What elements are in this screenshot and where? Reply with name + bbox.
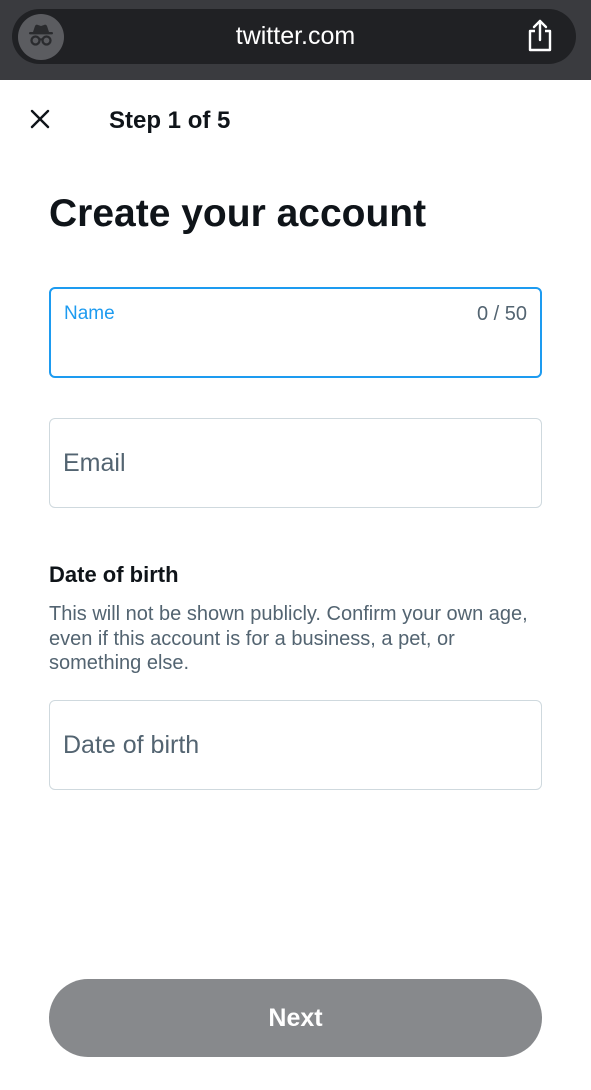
email-placeholder: Email xyxy=(63,449,126,477)
dob-heading: Date of birth xyxy=(49,562,179,587)
name-char-counter: 0 / 50 xyxy=(476,303,527,325)
browser-toolbar: twitter.com xyxy=(0,0,591,80)
name-field-label: Name xyxy=(64,303,115,324)
next-button[interactable]: Next xyxy=(49,979,542,1057)
dob-description: This will not be shown publicly. Confirm… xyxy=(49,603,528,674)
page-title: Create your account xyxy=(49,192,427,235)
email-field[interactable]: Email xyxy=(49,418,542,508)
name-field[interactable]: Name 0 / 50 xyxy=(49,287,542,378)
dob-field[interactable]: Date of birth xyxy=(49,700,542,790)
url-text[interactable]: twitter.com xyxy=(0,21,591,51)
close-icon xyxy=(29,108,51,135)
share-icon xyxy=(526,19,554,58)
close-button[interactable] xyxy=(22,103,58,139)
share-button[interactable] xyxy=(521,18,559,58)
step-indicator: Step 1 of 5 xyxy=(109,107,231,134)
dob-placeholder: Date of birth xyxy=(63,731,200,759)
